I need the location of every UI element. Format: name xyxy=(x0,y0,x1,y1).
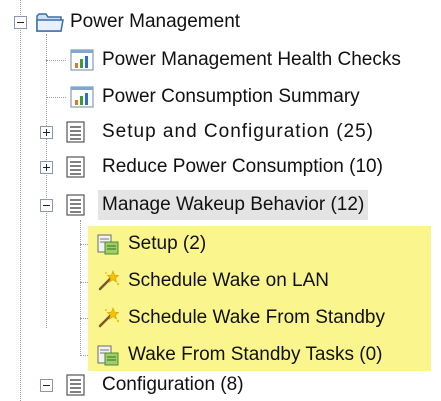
collapse-toggle[interactable] xyxy=(14,16,27,29)
tree-node-label: Schedule Wake From Standby xyxy=(128,307,385,328)
tree-node-label: Power Consumption Summary xyxy=(102,86,360,107)
list-icon xyxy=(64,194,88,216)
tree-node-label: Wake From Standby Tasks (0) xyxy=(128,344,383,365)
tree-node-label: Manage Wakeup Behavior (12) xyxy=(98,190,369,220)
tree-node-manage-wakeup-behavior[interactable]: Manage Wakeup Behavior (12) xyxy=(0,190,441,220)
navigation-tree: Power Management Power Management Health… xyxy=(0,0,441,401)
tree-node-reduce-power-consumption[interactable]: Reduce Power Consumption (10) xyxy=(0,152,441,182)
tree-node-label: Reduce Power Consumption (10) xyxy=(102,156,383,177)
tree-node-label: Setup and Configuration (25) xyxy=(102,121,374,142)
report-chart-icon xyxy=(70,86,94,108)
folder-icon xyxy=(36,11,64,33)
list-icon xyxy=(64,121,88,143)
tree-node-label: Power Management Health Checks xyxy=(102,49,401,70)
tree-node-wake-from-standby-tasks[interactable]: Wake From Standby Tasks (0) xyxy=(0,340,441,370)
list-icon xyxy=(64,156,88,178)
tree-node-label: Setup (2) xyxy=(128,233,207,254)
tree-node-schedule-wake-on-lan[interactable]: Schedule Wake on LAN xyxy=(0,266,441,296)
report-chart-icon xyxy=(70,49,94,71)
collapse-toggle[interactable] xyxy=(40,199,53,212)
tree-node-schedule-wake-from-standby[interactable]: Schedule Wake From Standby xyxy=(0,303,441,333)
tree-node-health-checks[interactable]: Power Management Health Checks xyxy=(0,45,441,75)
task-folder-icon xyxy=(96,344,120,366)
tree-node-label: Configuration (8) xyxy=(102,374,244,395)
tree-node-label: Power Management xyxy=(70,11,241,32)
magic-wand-icon xyxy=(96,307,120,329)
tree-node-power-management[interactable]: Power Management xyxy=(0,7,441,37)
tree-node-setup[interactable]: Setup (2) xyxy=(0,229,441,259)
tree-node-label: Schedule Wake on LAN xyxy=(128,270,330,291)
tree-node-consumption-summary[interactable]: Power Consumption Summary xyxy=(0,82,441,112)
list-icon xyxy=(64,374,88,396)
collapse-toggle[interactable] xyxy=(40,379,53,392)
tree-node-setup-and-configuration[interactable]: Setup and Configuration (25) xyxy=(0,117,441,147)
magic-wand-icon xyxy=(96,270,120,292)
tree-node-configuration[interactable]: Configuration (8) xyxy=(0,370,441,400)
expand-toggle[interactable] xyxy=(40,161,53,174)
expand-toggle[interactable] xyxy=(40,126,53,139)
task-folder-icon xyxy=(96,233,120,255)
